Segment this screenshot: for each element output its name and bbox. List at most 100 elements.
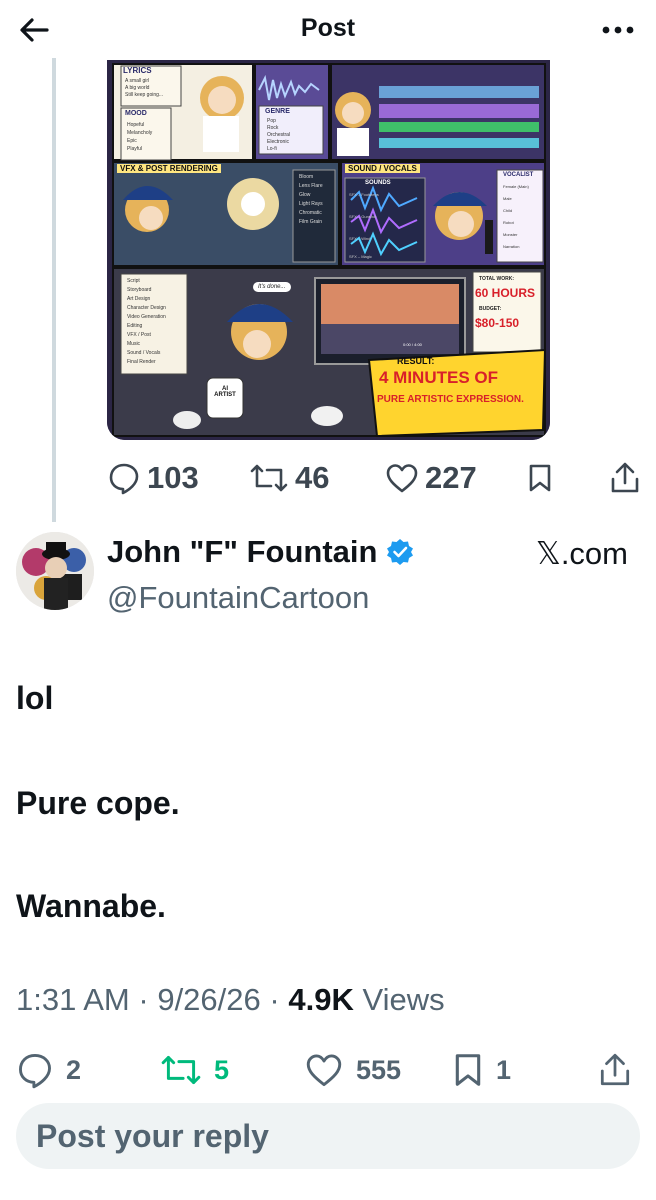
result-label: RESULT: [397, 356, 435, 366]
source-label: 𝕏.com [535, 536, 628, 571]
share-icon [600, 1053, 630, 1086]
vocalist-option: Child [503, 208, 513, 213]
like-action[interactable]: 227 [385, 452, 477, 504]
reply-action[interactable]: 103 [107, 452, 199, 504]
like-count: 555 [356, 1054, 402, 1085]
reply-input[interactable]: Post your reply [16, 1103, 640, 1169]
checklist-item: Final Render [127, 359, 156, 365]
avatar[interactable] [16, 532, 94, 610]
budget-value: $80-150 [475, 316, 520, 330]
bookmark-action[interactable] [527, 452, 553, 504]
verified-badge-icon [387, 539, 414, 565]
vfx-title: VFX & POST RENDERING [117, 164, 221, 173]
thread-connector-line [52, 58, 56, 522]
more-button[interactable] [598, 10, 638, 50]
sound-track: SFX – Footsteps [349, 192, 379, 197]
bookmark-icon [529, 464, 551, 492]
checklist-item: Sound / Vocals [127, 350, 161, 356]
reply-count: 103 [147, 460, 199, 495]
post-time[interactable]: 1:31 AM [16, 982, 130, 1017]
post-meta: 1:31 AM · 9/26/26 · 4.9K Views [16, 982, 445, 1018]
like-action[interactable]: 555 [304, 1044, 401, 1096]
sound-track: SFX – Wind [349, 236, 371, 241]
checklist-item: Character Design [127, 305, 166, 311]
more-horizontal-icon [602, 26, 634, 34]
mood-option: Playful [127, 146, 143, 152]
vocalist-option: Narration [503, 244, 520, 249]
result-line-1: 4 MINUTES OF [379, 368, 499, 387]
author-handle[interactable]: @FountainCartoon [107, 580, 369, 616]
mood-title: MOOD [125, 110, 147, 117]
repost-count: 5 [214, 1054, 230, 1085]
vfx-option: Lens Flare [299, 183, 323, 189]
mood-option: Epic [127, 138, 137, 144]
lyrics-line-3: Still keep going... [125, 92, 164, 98]
share-action[interactable] [598, 1044, 632, 1096]
post-media-image[interactable]: LYRICS A small girl A big world Still ke… [107, 60, 550, 440]
share-action[interactable] [609, 452, 641, 504]
lyrics-line-2: A big world [125, 85, 150, 91]
views-label: Views [362, 982, 445, 1017]
vfx-option: Glow [299, 192, 311, 198]
reply-action[interactable]: 2 [16, 1044, 81, 1096]
reply-icon [109, 463, 139, 495]
repost-action[interactable]: 5 [160, 1044, 229, 1096]
bookmark-action[interactable]: 1 [452, 1044, 511, 1096]
author-row: John "F" Fountain @FountainCartoon 𝕏.com [0, 530, 656, 620]
genre-option: Pop [267, 118, 276, 124]
next-item-peek [60, 1192, 100, 1200]
vocalist-option: Male [503, 196, 512, 201]
vfx-option: Film Grain [299, 219, 323, 225]
author-name-row[interactable]: John "F" Fountain [107, 534, 415, 570]
player-time: 0:00 / 4:00 [403, 342, 422, 347]
page-title: Post [300, 14, 356, 42]
total-work-label: TOTAL WORK: [479, 276, 514, 282]
budget-label: BUDGET: [479, 306, 502, 312]
vfx-option: Chromatic [299, 210, 322, 216]
result-line-2: PURE ARTISTIC EXPRESSION. [377, 394, 524, 405]
vocalist-option: Robot [503, 220, 514, 225]
vocalist-title: VOCALIST [503, 172, 534, 178]
genre-option: Lo-fi [267, 146, 277, 152]
repost-icon [161, 1055, 201, 1085]
reply-icon [19, 1054, 51, 1089]
heart-icon [306, 1054, 342, 1087]
post-text-line: Pure cope. [16, 785, 180, 821]
genre-option: Orchestral [267, 132, 291, 138]
sound-track: SFX – Magic [349, 254, 372, 259]
repost-action[interactable]: 46 [249, 452, 329, 504]
heart-icon [386, 464, 418, 493]
quoted-post-actions: 103 46 227 [107, 452, 647, 504]
vfx-option: Bloom [299, 174, 314, 180]
bookmark-icon [455, 1054, 481, 1086]
genre-option: Rock [267, 125, 279, 131]
checklist-item: Script [127, 278, 140, 284]
post-actions: 2 5 555 1 [0, 1044, 656, 1096]
views-count: 4.9K [288, 982, 354, 1017]
vfx-option: Light Rays [299, 201, 323, 207]
post-text-line: Wannabe. [16, 888, 166, 924]
meta-separator: · [269, 982, 280, 1017]
sound-title: SOUND / VOCALS [345, 164, 420, 173]
repost-icon [250, 464, 288, 492]
repost-count: 46 [295, 460, 330, 495]
genre-title: GENRE [265, 108, 290, 115]
vocalist-option: Monster [503, 232, 518, 237]
top-bar: Post [0, 0, 656, 58]
checklist-item: Storyboard [127, 287, 152, 293]
mood-option: Melancholy [127, 130, 153, 136]
lyrics-line-1: A small girl [125, 78, 150, 84]
checklist-item: VFX / Post [127, 332, 151, 338]
post-date[interactable]: 9/26/26 [157, 982, 260, 1017]
post-text-line: lol [16, 680, 54, 716]
checklist-item: Art Design [127, 296, 151, 302]
vocalist-option: Female (Main) [503, 184, 529, 189]
sounds-label: SOUNDS [365, 180, 391, 186]
like-count: 227 [425, 460, 477, 495]
checklist-item: Music [127, 341, 141, 347]
meta-separator: · [138, 982, 149, 1017]
sound-track: SFX – Gunshot [349, 214, 377, 219]
mood-option: Hopeful [127, 122, 145, 128]
reply-placeholder: Post your reply [36, 1118, 269, 1154]
total-work-value: 60 HOURS [475, 286, 536, 300]
